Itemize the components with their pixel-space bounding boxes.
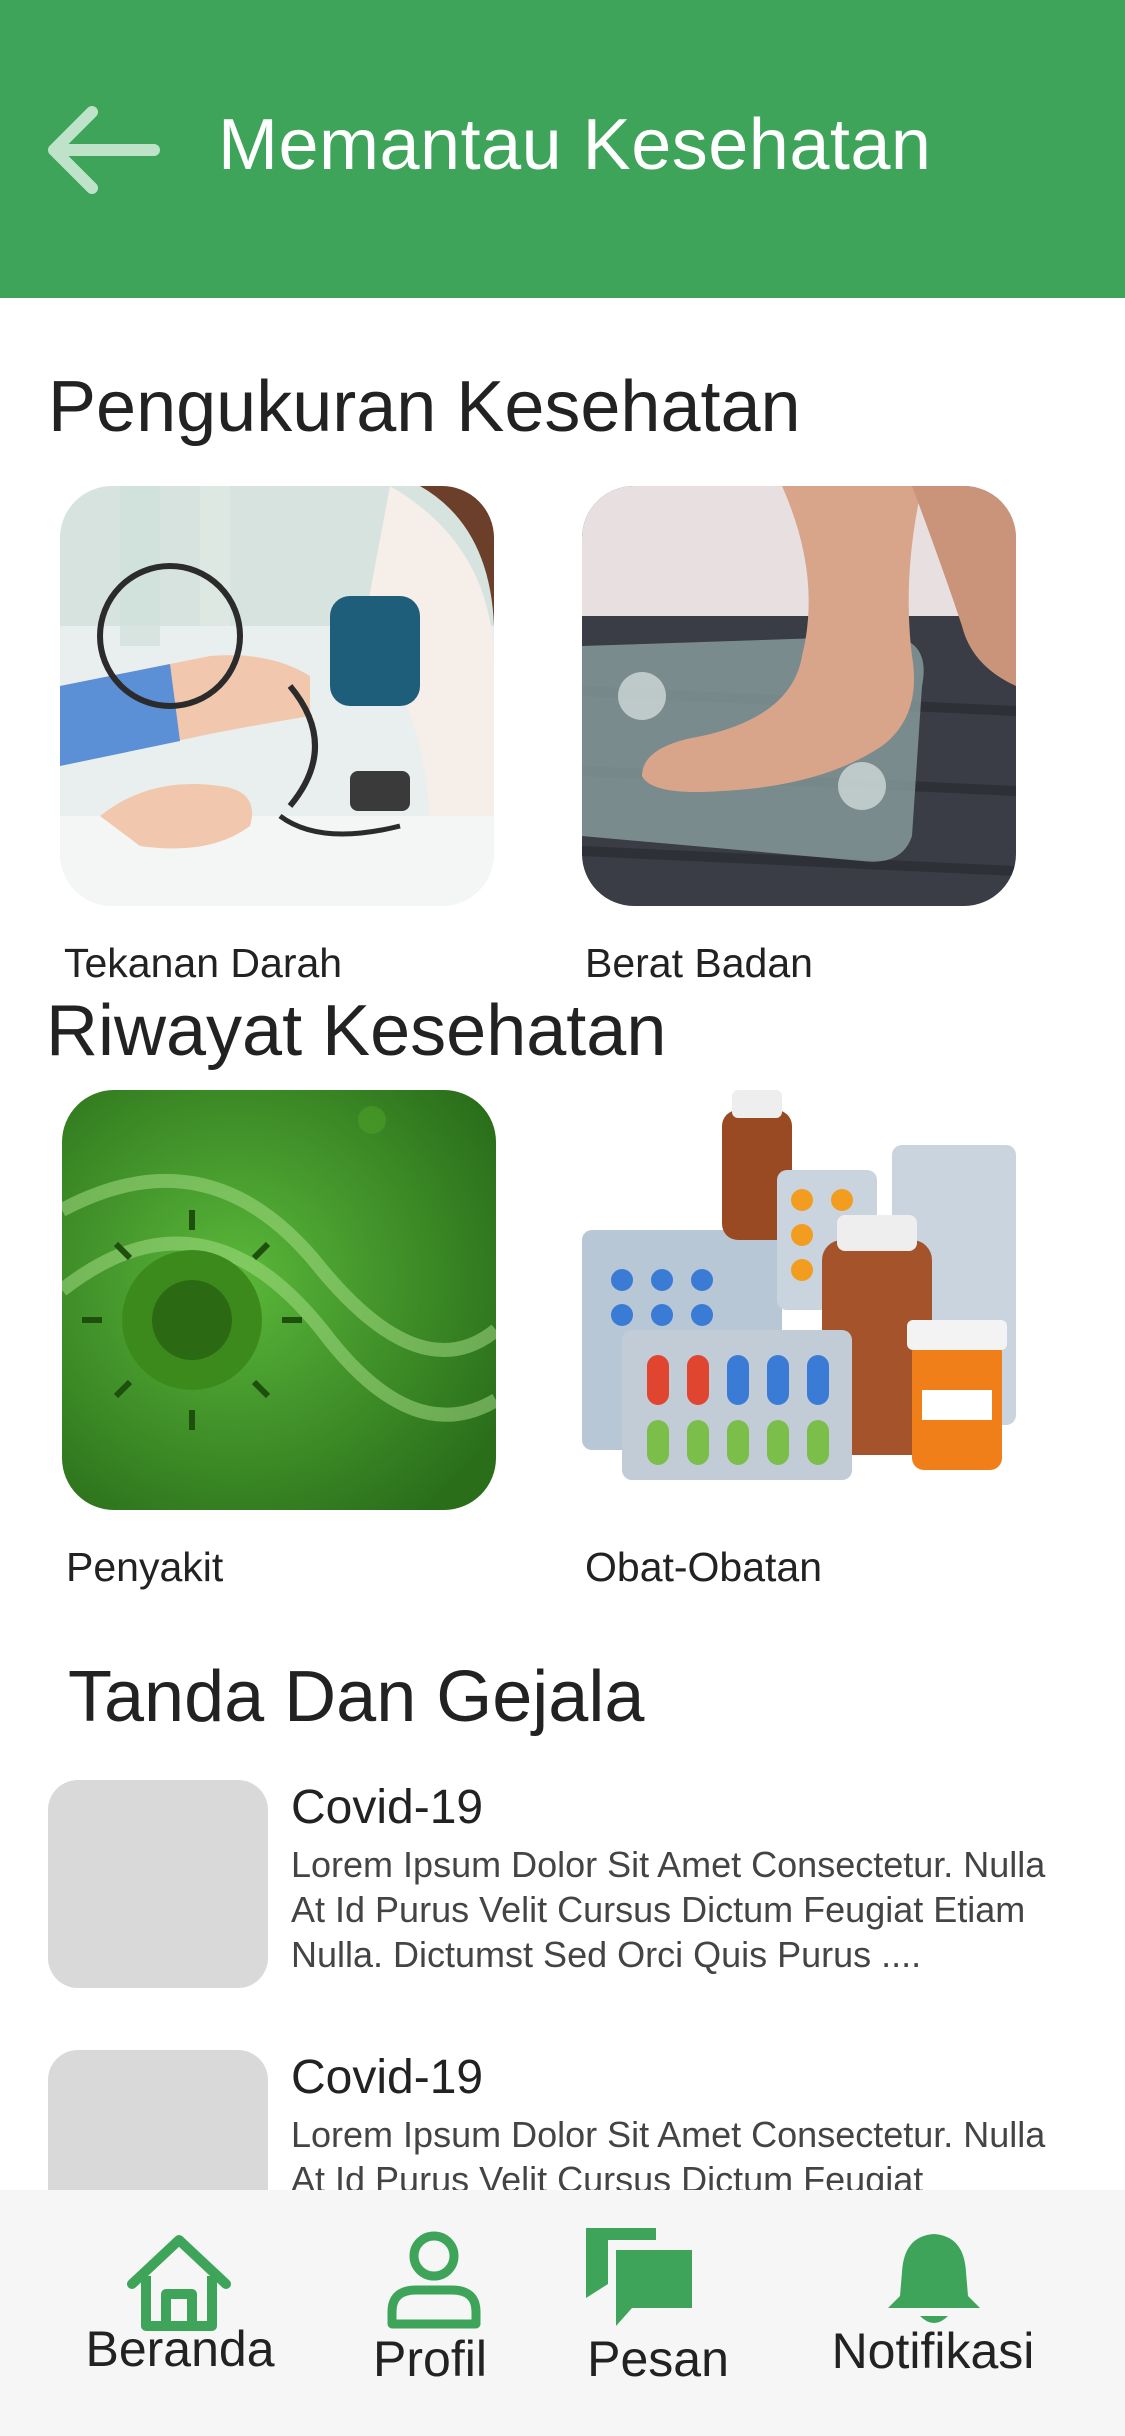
symptom-title: Covid-19 <box>291 2051 484 2104</box>
nav-label-messages: Pesan <box>587 2331 729 2387</box>
blood-pressure-photo <box>60 486 494 906</box>
nav-item-messages[interactable]: Pesan <box>550 2190 760 2436</box>
bell-icon <box>888 2234 980 2323</box>
card-label-blood-pressure: Tekanan Darah <box>64 940 343 986</box>
card-medicine[interactable] <box>582 1090 1016 1510</box>
symptom-thumbnail <box>48 1780 268 1988</box>
card-label-medicine: Obat-Obatan <box>585 1544 823 1590</box>
card-label-weight: Berat Badan <box>585 940 813 986</box>
symptom-description: Lorem Ipsum Dolor Sit Amet Consectetur. … <box>291 1844 1046 1975</box>
nav-label-profile: Profil <box>373 2331 487 2387</box>
nav-item-notifications[interactable]: Notifikasi <box>800 2190 1070 2436</box>
home-icon <box>127 2235 231 2331</box>
card-weight[interactable] <box>582 486 1016 906</box>
symptom-title: Covid-19 <box>291 1781 484 1834</box>
nav-label-notifications: Notifikasi <box>831 2323 1035 2379</box>
symptom-description: Lorem Ipsum Dolor Sit Amet Consectetur. … <box>291 2114 1046 2200</box>
card-disease[interactable] <box>62 1090 496 1510</box>
bottom-navigation: Beranda Profil Pesan Notifikasi <box>0 2190 1125 2436</box>
section-title-symptoms: Tanda Dan Gejala <box>68 1657 645 1737</box>
nav-item-profile[interactable]: Profil <box>330 2190 530 2436</box>
virus-photo <box>62 1090 496 1510</box>
card-blood-pressure[interactable] <box>60 486 494 906</box>
section-title-measurements: Pengukuran Kesehatan <box>48 367 801 447</box>
arrow-left-icon <box>48 106 160 194</box>
section-title-history: Riwayat Kesehatan <box>46 991 667 1071</box>
card-label-disease: Penyakit <box>66 1544 224 1590</box>
chat-icon <box>586 2228 692 2326</box>
user-icon <box>387 2231 481 2329</box>
app-header: Memantau Kesehatan <box>0 0 1125 298</box>
back-button[interactable] <box>44 100 164 200</box>
nav-item-home[interactable]: Beranda <box>40 2190 320 2436</box>
nav-label-home: Beranda <box>85 2321 275 2377</box>
page-title: Memantau Kesehatan <box>218 105 932 185</box>
weight-scale-photo <box>582 486 1016 906</box>
medicine-photo <box>582 1090 1016 1510</box>
